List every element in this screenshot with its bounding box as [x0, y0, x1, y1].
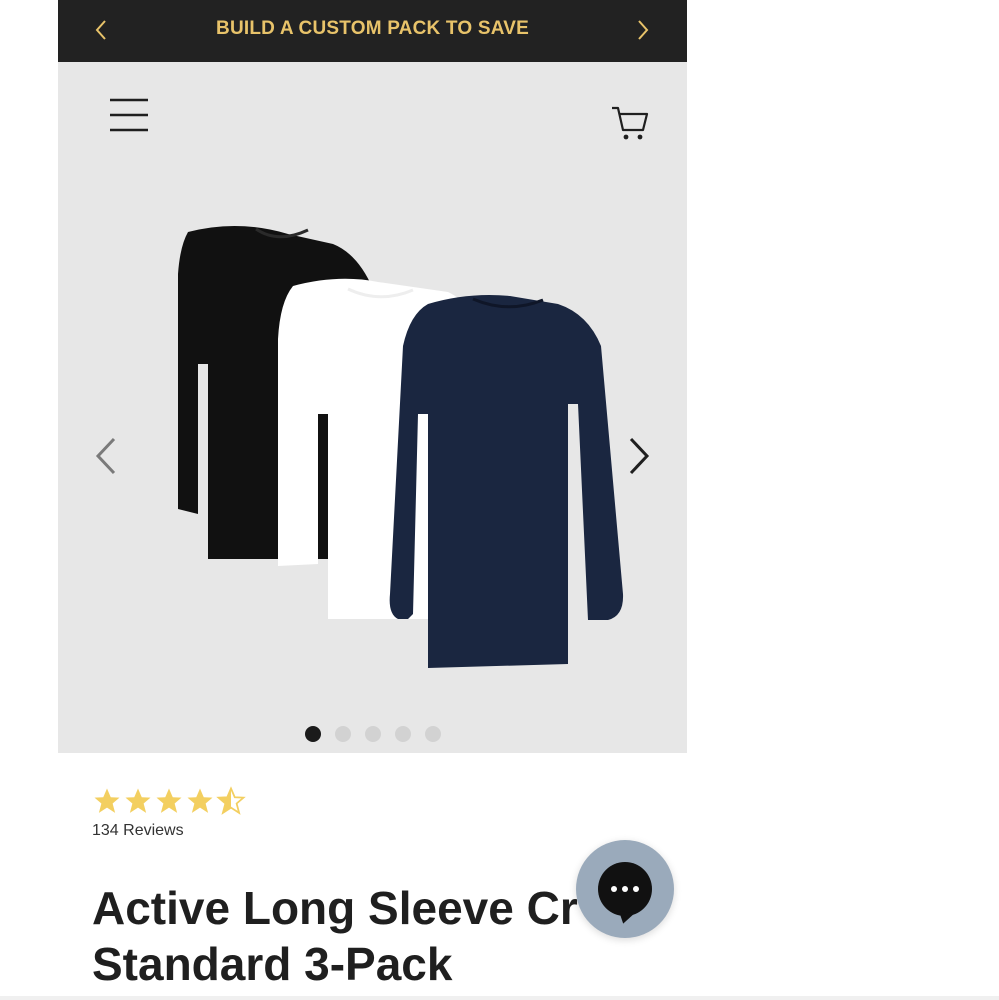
gallery-pagination: [58, 726, 687, 742]
gallery-prev-button[interactable]: [88, 434, 124, 478]
promo-banner: BUILD A CUSTOM PACK TO SAVE: [58, 0, 687, 62]
product-gallery: [58, 62, 687, 753]
chevron-left-icon: [95, 437, 116, 475]
pagination-dot[interactable]: [304, 726, 321, 742]
menu-button[interactable]: [108, 96, 150, 136]
cart-button[interactable]: [610, 104, 650, 144]
pagination-dot[interactable]: [364, 726, 381, 742]
star-icon: [187, 788, 213, 813]
shopping-cart-icon: [612, 106, 649, 140]
star-icon: [125, 788, 151, 813]
star-rating[interactable]: [92, 786, 246, 816]
gallery-next-button[interactable]: [621, 434, 657, 478]
chat-bubble-icon: [598, 862, 652, 916]
bottom-edge: [0, 996, 999, 1000]
half-star-icon: [216, 786, 246, 815]
pagination-dot[interactable]: [334, 726, 351, 742]
page-frame: BUILD A CUSTOM PACK TO SAVE 134 Reviews …: [58, 0, 687, 1000]
star-icon: [94, 788, 120, 813]
reviews-count-link[interactable]: 134 Reviews: [92, 822, 184, 840]
chevron-right-icon: [629, 437, 650, 475]
chat-button[interactable]: [576, 840, 674, 938]
chevron-right-icon: [638, 20, 649, 40]
hamburger-menu-icon: [110, 98, 148, 132]
pagination-dot[interactable]: [424, 726, 441, 742]
promo-next-button[interactable]: [628, 15, 658, 45]
product-image[interactable]: [118, 174, 638, 674]
pagination-dot[interactable]: [394, 726, 411, 742]
promo-text[interactable]: BUILD A CUSTOM PACK TO SAVE: [58, 18, 687, 40]
star-icon: [156, 788, 182, 813]
product-title-line: Standard 3-Pack: [92, 938, 453, 990]
